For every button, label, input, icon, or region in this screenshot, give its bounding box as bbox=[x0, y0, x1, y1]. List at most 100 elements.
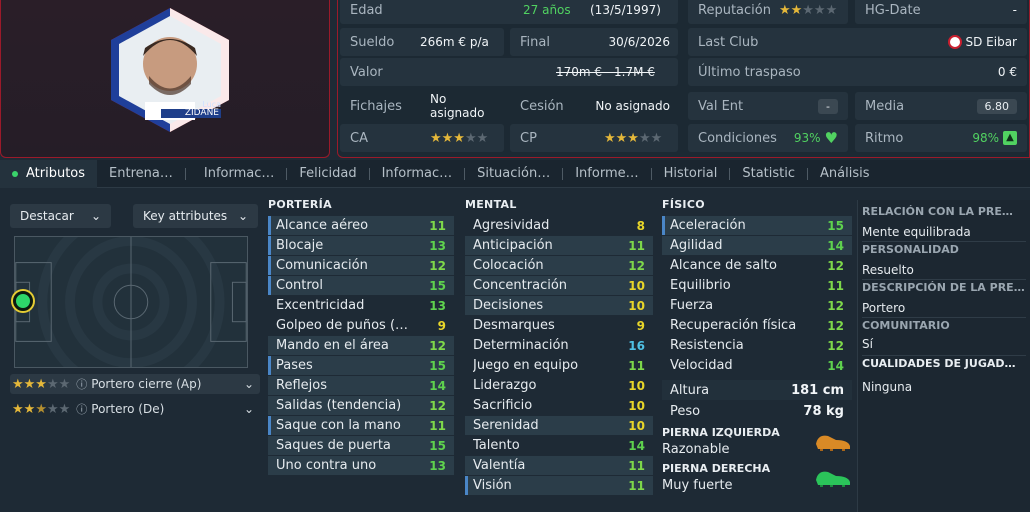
attribute-row[interactable]: Blocaje 13 bbox=[268, 236, 454, 255]
attribute-row[interactable]: Saques de puerta 15 bbox=[268, 436, 454, 455]
attribute-row[interactable]: Desmarques 9 bbox=[465, 316, 653, 335]
loan-status-value: No asignado bbox=[595, 99, 670, 113]
role-stars-icon: ★★★★★ bbox=[12, 376, 71, 392]
last-transfer-label: Último traspaso bbox=[698, 64, 801, 80]
role-row-sweeper-keeper[interactable]: ★★★★★ ⓘ Portero cierre (Ap) ⌄ bbox=[10, 374, 260, 394]
role-row-goalkeeper[interactable]: ★★★★★ ⓘ Portero (De) ⌄ bbox=[10, 399, 260, 419]
attribute-row[interactable]: Aceleración 15 bbox=[662, 216, 852, 235]
attribute-row[interactable]: Control 15 bbox=[268, 276, 454, 295]
attribute-name: Visión bbox=[473, 478, 512, 493]
potential-ability-stars-icon: ★★★★★ bbox=[604, 130, 663, 146]
attribute-row[interactable]: Serenidad 10 bbox=[465, 416, 653, 435]
attribute-name: Agresividad bbox=[473, 218, 550, 233]
loan-status-label: Cesión bbox=[520, 98, 564, 114]
attribute-row[interactable]: Colocación 12 bbox=[465, 256, 653, 275]
attribute-row[interactable]: Alcance de salto 12 bbox=[662, 256, 852, 275]
position-pitch bbox=[14, 236, 248, 368]
attribute-value: 15 bbox=[429, 438, 446, 453]
contract-end-label: Final bbox=[520, 34, 550, 50]
active-dot-icon bbox=[12, 170, 18, 177]
chevron-down-icon: ⌄ bbox=[237, 209, 248, 223]
reputation-stars-icon: ★★★★★ bbox=[778, 2, 838, 18]
tab-situacion[interactable]: Situación… bbox=[465, 160, 562, 188]
attribute-row[interactable]: Juego en equipo 11 bbox=[465, 356, 653, 375]
last-club-cell[interactable]: Last Club SD Eibar bbox=[688, 28, 1027, 56]
attribute-row[interactable]: Sacrificio 10 bbox=[465, 396, 653, 415]
attribute-row[interactable]: Agilidad 14 bbox=[662, 236, 852, 255]
attribute-row[interactable]: Equilibrio 11 bbox=[662, 276, 852, 295]
role-stars-icon: ★★★★★ bbox=[12, 401, 71, 417]
attribute-row[interactable]: Recuperación física 12 bbox=[662, 316, 852, 335]
attribute-value: 16 bbox=[628, 338, 645, 353]
attribute-row[interactable]: Pases 15 bbox=[268, 356, 454, 375]
attribute-row[interactable]: Alcance aéreo 11 bbox=[268, 216, 454, 235]
key-attributes-label: Key attributes bbox=[143, 209, 228, 223]
attribute-row[interactable]: Talento 14 bbox=[465, 436, 653, 455]
age-label: Edad bbox=[350, 2, 383, 18]
match-value-cell: Val Ent - bbox=[688, 92, 848, 120]
attribute-value: 15 bbox=[429, 358, 446, 373]
attribute-row[interactable]: Fuerza 12 bbox=[662, 296, 852, 315]
tab-label: Análisis bbox=[820, 166, 870, 181]
attribute-row[interactable]: Concentración 10 bbox=[465, 276, 653, 295]
attribute-row[interactable]: Uno contra uno 13 bbox=[268, 456, 454, 475]
divider bbox=[862, 317, 1026, 318]
relationship-title: RELACIÓN CON LA PRE… bbox=[862, 205, 1013, 218]
tab-felicidad[interactable]: Felicidad bbox=[287, 160, 368, 188]
attribute-name: Sacrificio bbox=[473, 398, 533, 413]
hg-date-cell: HG-Date - bbox=[855, 0, 1027, 24]
attribute-value: 11 bbox=[628, 358, 645, 373]
attribute-row[interactable]: Anticipación 11 bbox=[465, 236, 653, 255]
attribute-value: 10 bbox=[628, 398, 645, 413]
salary-cell: Sueldo 266m € p/a bbox=[340, 28, 504, 56]
tab-label: Informe… bbox=[575, 166, 639, 181]
salary-label: Sueldo bbox=[350, 34, 395, 50]
attribute-value: 9 bbox=[636, 318, 645, 333]
attribute-row[interactable]: Velocidad 14 bbox=[662, 356, 852, 375]
attribute-name: Aceleración bbox=[670, 218, 746, 233]
attribute-row[interactable]: Liderazgo 10 bbox=[465, 376, 653, 395]
highlight-dropdown-label: Destacar bbox=[20, 209, 74, 223]
attribute-name: Salidas (tendencia) bbox=[276, 398, 402, 413]
attribute-row[interactable]: Salidas (tendencia) 12 bbox=[268, 396, 454, 415]
attribute-row[interactable]: Comunicación 12 bbox=[268, 256, 454, 275]
divider bbox=[862, 241, 1026, 242]
attribute-row[interactable]: Agresividad 8 bbox=[465, 216, 653, 235]
attribute-value: 12 bbox=[429, 398, 446, 413]
tab-analisis[interactable]: Análisis bbox=[808, 160, 881, 188]
tab-informacion-2[interactable]: Informac… bbox=[370, 160, 465, 188]
attribute-row[interactable]: Mando en el área 12 bbox=[268, 336, 454, 355]
player-traits-title: CUALIDADES DE JUGAD… bbox=[862, 357, 1016, 370]
attribute-row[interactable]: Determinación 16 bbox=[465, 336, 653, 355]
tab-entrenamiento[interactable]: Entrena… bbox=[97, 160, 185, 188]
attribute-row[interactable]: Decisiones 10 bbox=[465, 296, 653, 315]
attribute-value: 12 bbox=[827, 258, 844, 273]
tab-label: Entrena… bbox=[109, 166, 173, 181]
condition-cell: Condiciones 93% ♥ bbox=[688, 124, 848, 152]
attribute-name: Alcance aéreo bbox=[276, 218, 369, 233]
tab-informe[interactable]: Informe… bbox=[563, 160, 650, 188]
value-cell: Valor 170m € - 1.7M € bbox=[340, 58, 678, 86]
attribute-name: Saque con la mano bbox=[276, 418, 401, 433]
current-ability-stars-icon: ★★★★★ bbox=[430, 130, 489, 146]
tab-historial[interactable]: Historial bbox=[652, 160, 730, 188]
attribute-name: Determinación bbox=[473, 338, 569, 353]
tab-informacion[interactable]: Informac… bbox=[186, 160, 287, 188]
tab-statistic[interactable]: Statistic bbox=[730, 160, 807, 188]
attribute-row[interactable]: Resistencia 12 bbox=[662, 336, 852, 355]
attribute-value: 12 bbox=[429, 258, 446, 273]
attribute-name: Recuperación física bbox=[670, 318, 797, 333]
highlight-dropdown[interactable]: Destacar ⌄ bbox=[10, 204, 111, 228]
attribute-row[interactable]: Visión 11 bbox=[465, 476, 653, 495]
tab-atributos[interactable]: Atributos bbox=[0, 159, 98, 188]
attribute-row[interactable]: Reflejos 14 bbox=[268, 376, 454, 395]
key-attributes-dropdown[interactable]: Key attributes ⌄ bbox=[133, 204, 258, 228]
attribute-row[interactable]: Excentricidad 13 bbox=[268, 296, 454, 315]
attribute-row[interactable]: Saque con la mano 11 bbox=[268, 416, 454, 435]
tab-label: Situación… bbox=[477, 166, 551, 181]
attribute-row[interactable]: Valentía 11 bbox=[465, 456, 653, 475]
left-foot-value: Razonable bbox=[662, 442, 730, 457]
attribute-row[interactable]: Golpeo de puños (… 9 bbox=[268, 316, 454, 335]
attribute-name: Concentración bbox=[473, 278, 568, 293]
attribute-name: Decisiones bbox=[473, 298, 544, 313]
